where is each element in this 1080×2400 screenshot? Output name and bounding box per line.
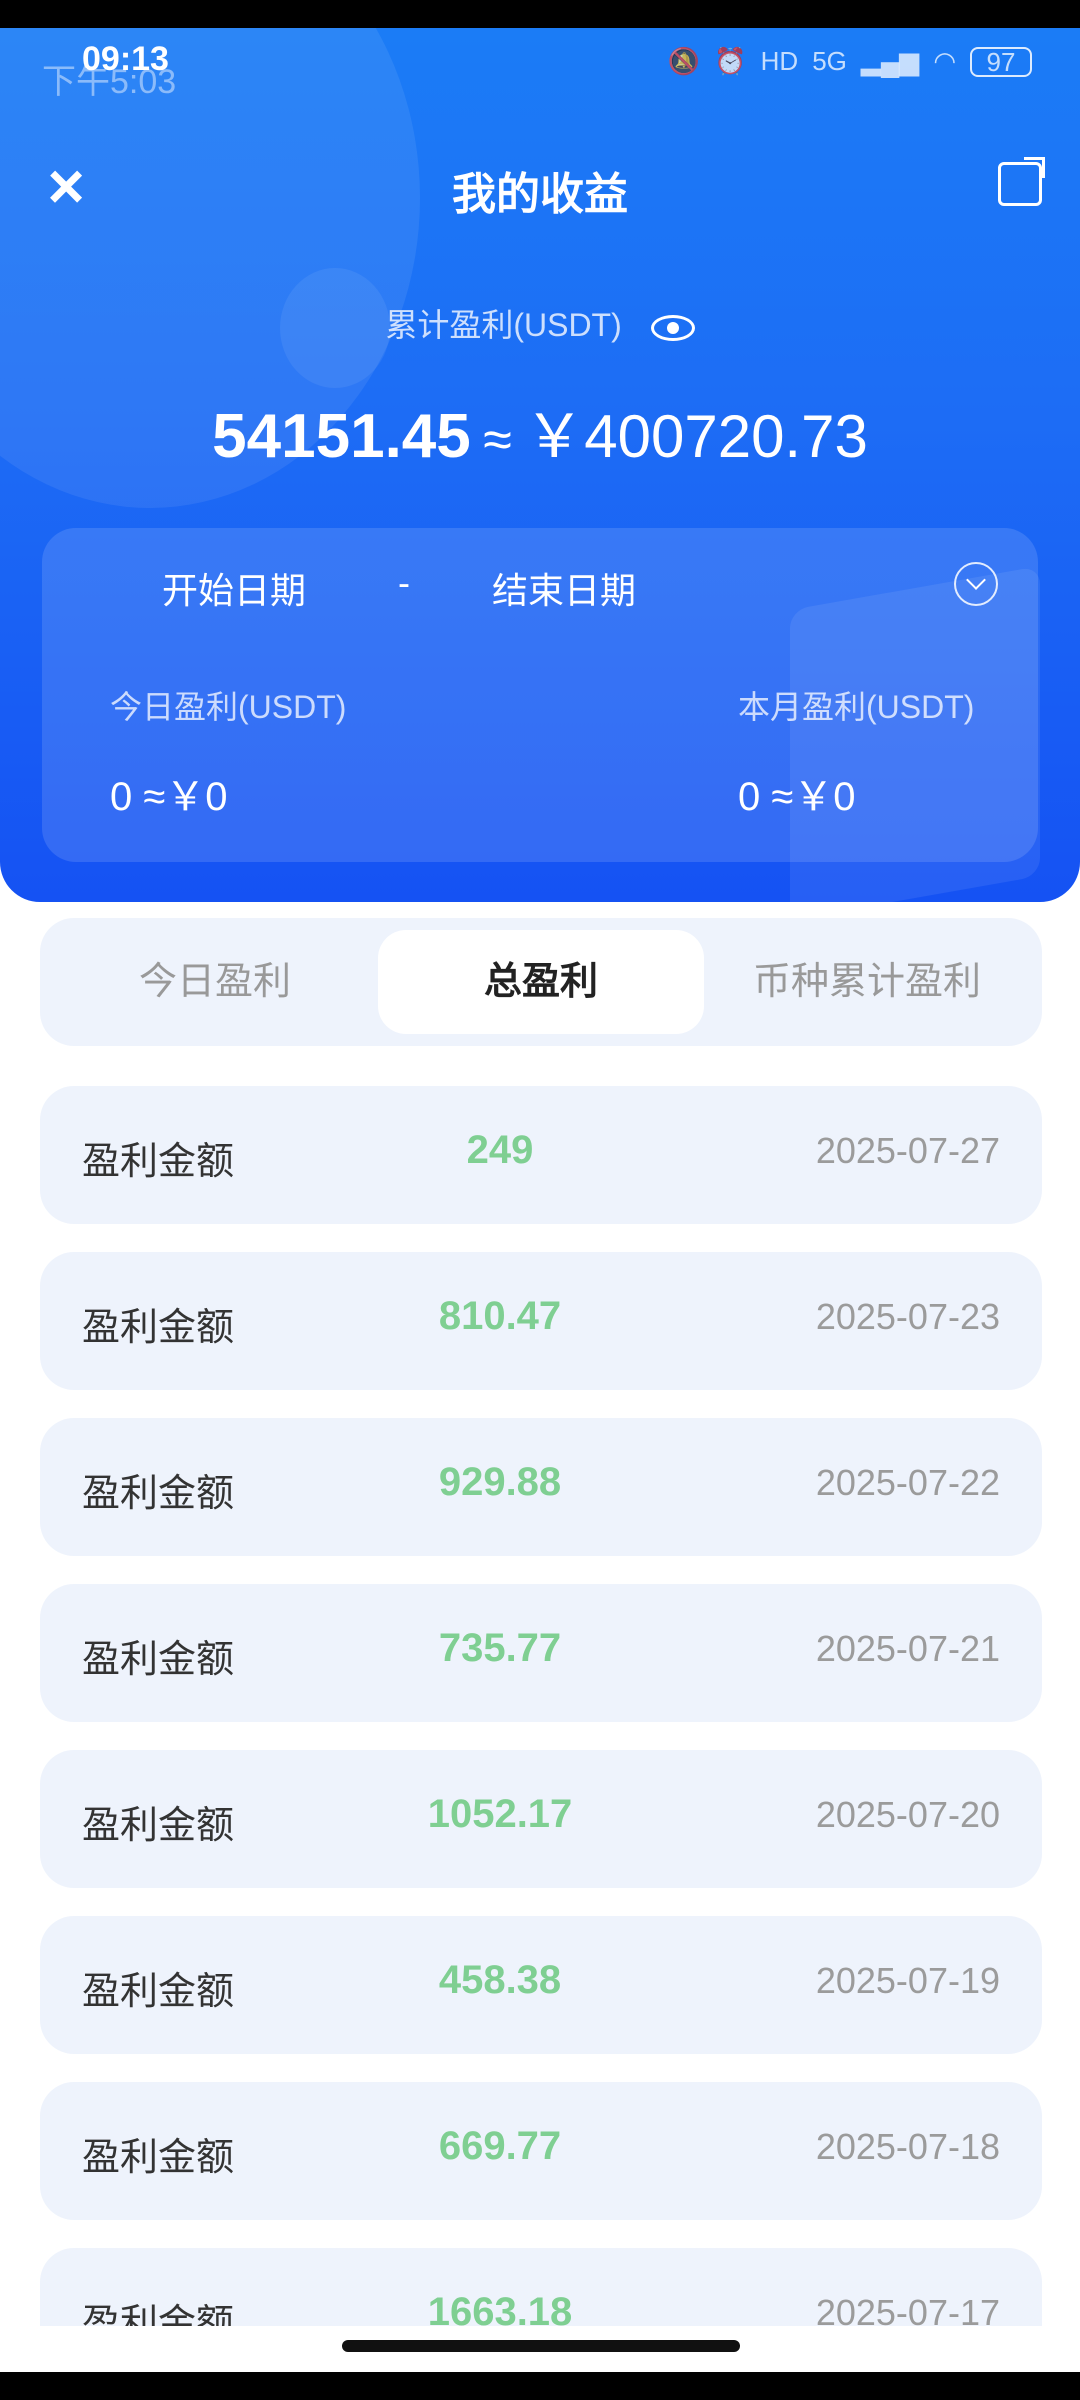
mute-icon: 🔕 [667,46,701,76]
status-bar: 下午5:03 09:13 🔕 ⏰ HD 5G ▂▄▆ ◠ 97 [0,36,1080,101]
row-date: 2025-07-18 [815,2126,1000,2167]
row-date: 2025-07-17 [815,2292,1000,2326]
row-label: 盈利金额 [82,1971,235,2013]
row-amount: 1663.18 [427,2290,573,2326]
cumulative-usdt: 54151.45 [212,402,471,471]
row-date: 2025-07-21 [815,1628,1000,1669]
today-profit-label: 今日盈利(USDT) [110,689,347,725]
cumulative-label-row: 累计盈利(USDT) [0,300,1080,346]
row-label: 盈利金额 [82,1805,235,1847]
tab-today-profit[interactable]: 今日盈利 [52,930,378,1034]
row-label: 盈利金额 [82,1473,235,1515]
eye-icon[interactable] [650,314,695,341]
status-icons: 🔕 ⏰ HD 5G ▂▄▆ ◠ 97 [668,46,1032,77]
cumulative-label: 累计盈利(USDT) [385,307,622,343]
tab-bar: 今日盈利 总盈利 币种累计盈利 [40,918,1042,1046]
signal-icon: ▂▄▆ [860,46,920,76]
list-item: 盈利金额 1663.18 2025-07-17 [40,2248,1042,2326]
list-item: 盈利金额 1052.17 2025-07-20 [40,1750,1042,1888]
row-label: 盈利金额 [82,2137,235,2179]
list-item: 盈利金额 929.88 2025-07-22 [40,1418,1042,1556]
tab-coin-cumulative-profit[interactable]: 币种累计盈利 [704,930,1030,1034]
today-profit-value: 0 ≈￥0 [110,775,228,819]
row-label: 盈利金额 [82,1639,235,1681]
row-amount: 669.77 [438,2124,562,2168]
alarm-icon: ⏰ [714,46,747,76]
list-item: 盈利金额 735.77 2025-07-21 [40,1584,1042,1722]
list-item: 盈利金额 249 2025-07-27 [40,1086,1042,1224]
page-title: 我的收益 [452,170,628,219]
month-profit: 本月盈利(USDT) 0 ≈￥0 [738,682,974,822]
row-label: 盈利金额 [82,2303,235,2326]
status-time: 09:13 [82,40,169,78]
row-date: 2025-07-19 [815,1960,1000,2001]
header: × 我的收益 [0,150,1080,230]
approx-sign: ≈ [483,411,512,469]
hd-badge: HD [760,46,799,76]
row-amount: 1052.17 [427,1792,573,1836]
tab-total-profit[interactable]: 总盈利 [378,930,704,1034]
screen: 下午5:03 09:13 🔕 ⏰ HD 5G ▂▄▆ ◠ 97 × 我的收益 累… [0,0,1080,2400]
list-item: 盈利金额 669.77 2025-07-18 [40,2082,1042,2220]
battery-icon: 97 [970,46,1032,77]
month-profit-value: 0 ≈￥0 [738,775,856,819]
row-amount: 810.47 [438,1294,562,1338]
top-strip [0,0,1080,28]
today-profit: 今日盈利(USDT) 0 ≈￥0 [110,682,346,822]
row-label: 盈利金额 [82,1307,235,1349]
row-date: 2025-07-22 [815,1462,1000,1503]
cumulative-value: 54151.45 ≈ ￥400720.73 [0,388,1080,475]
start-date-field[interactable]: 开始日期 [162,562,306,614]
network-label: 5G [812,46,847,76]
row-date: 2025-07-20 [815,1794,1000,1835]
row-label: 盈利金额 [82,1141,235,1183]
row-date: 2025-07-27 [815,1130,1000,1171]
row-amount: 929.88 [438,1460,562,1504]
date-filter[interactable]: 开始日期 - 结束日期 [42,558,1038,618]
list-item: 盈利金额 810.47 2025-07-23 [40,1252,1042,1390]
date-separator: - [398,562,410,603]
row-amount: 458.38 [438,1958,562,2002]
profit-list: 盈利金额 249 2025-07-27 盈利金额 810.47 2025-07-… [40,1086,1042,2326]
home-indicator[interactable] [342,2340,740,2352]
wifi-icon: ◠ [933,46,956,76]
cumulative-cny: ￥400720.73 [524,403,868,470]
stats-card: 开始日期 - 结束日期 今日盈利(USDT) 0 ≈￥0 本月盈利(USDT) … [42,528,1038,862]
bottom-strip [0,2372,1080,2400]
chevron-down-icon[interactable] [954,562,998,606]
share-icon[interactable] [998,162,1042,206]
month-profit-label: 本月盈利(USDT) [738,689,975,725]
row-amount: 735.77 [438,1626,562,1670]
row-date: 2025-07-23 [815,1296,1000,1337]
list-item: 盈利金额 458.38 2025-07-19 [40,1916,1042,2054]
end-date-field[interactable]: 结束日期 [492,562,636,614]
row-amount: 249 [466,1128,534,1172]
